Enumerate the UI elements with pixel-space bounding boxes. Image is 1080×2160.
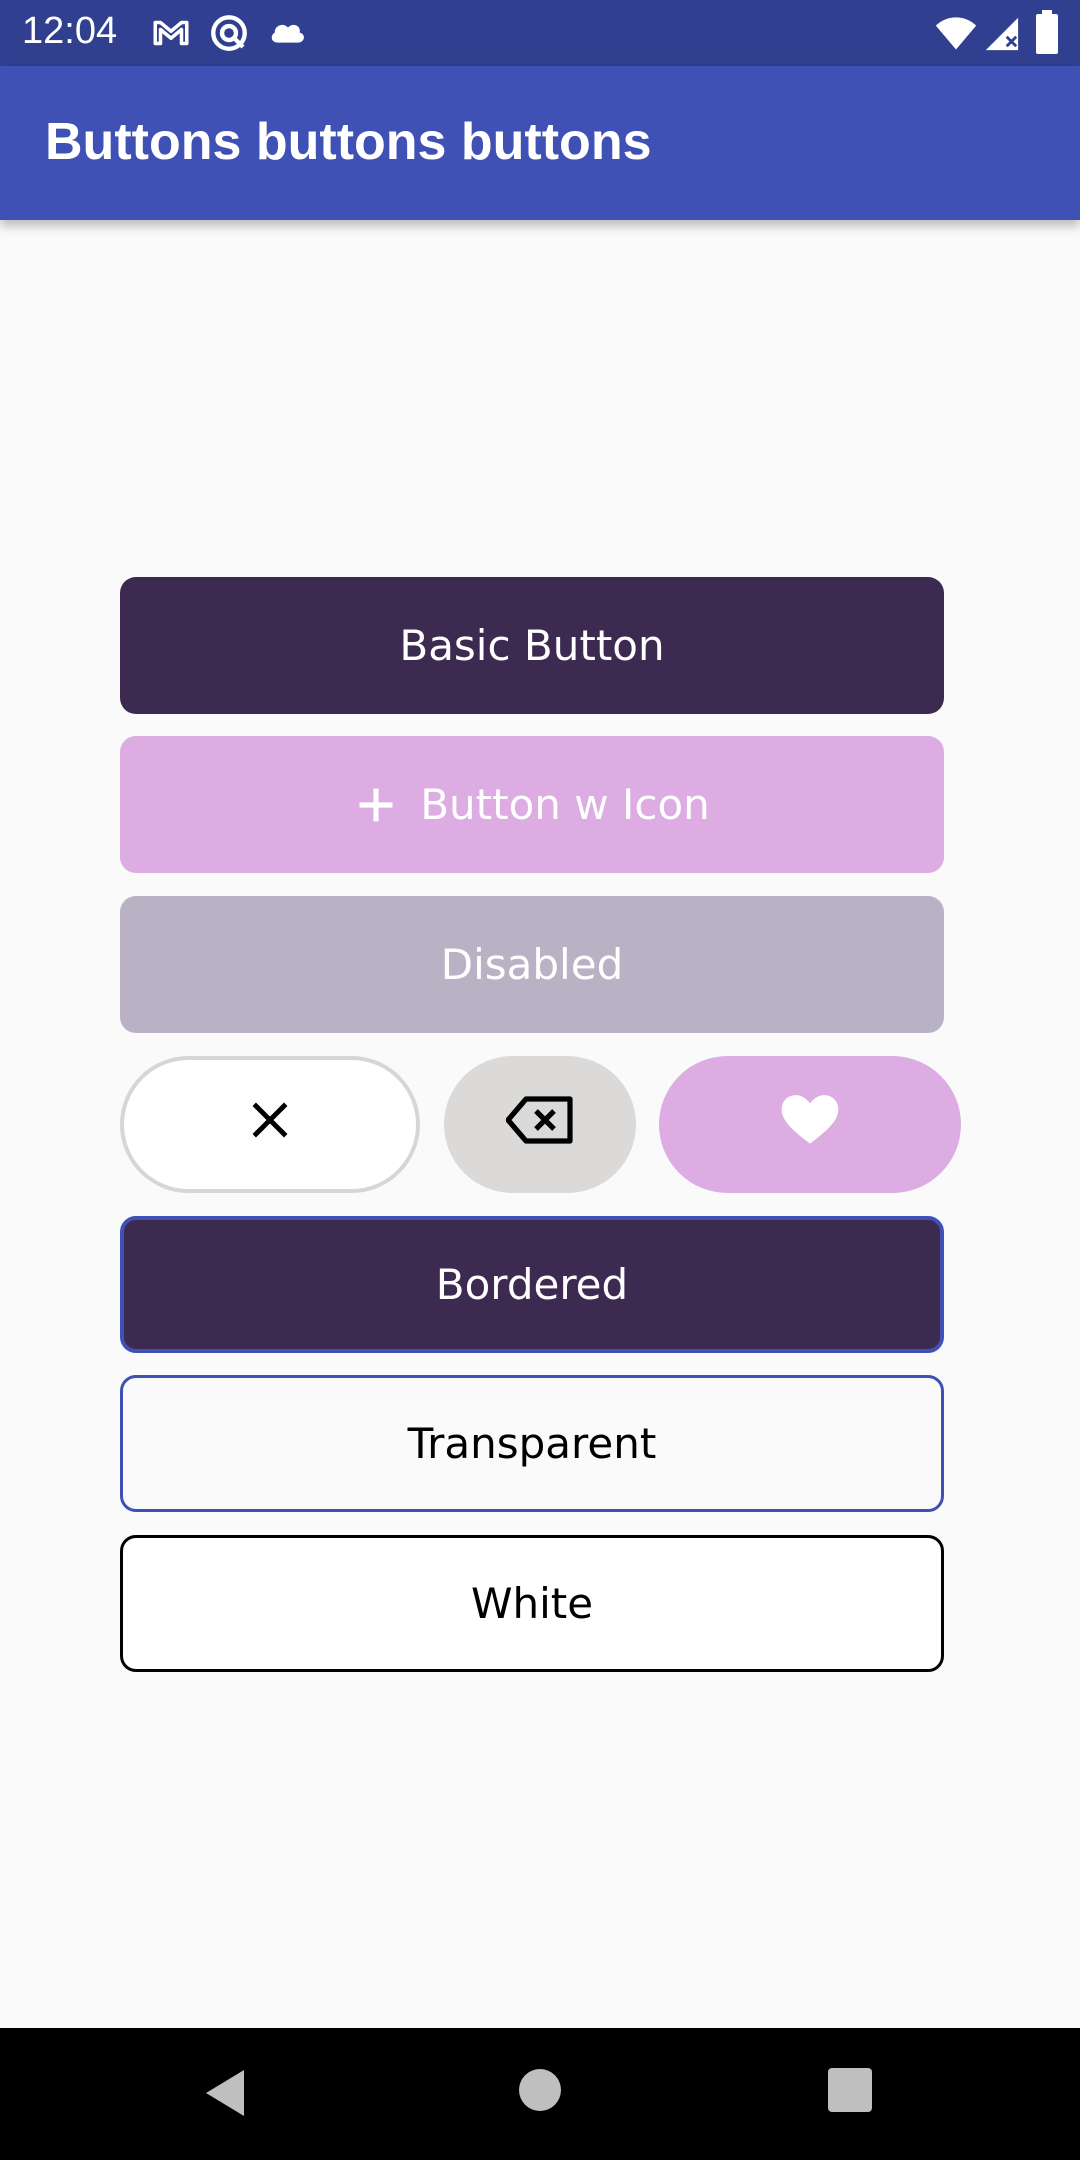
close-icon [249, 1099, 291, 1151]
home-icon[interactable] [518, 2068, 562, 2116]
backspace-button[interactable] [444, 1056, 636, 1193]
sync-icon [208, 12, 250, 58]
transparent-button[interactable]: Transparent [120, 1375, 944, 1512]
favorite-button[interactable] [659, 1056, 961, 1193]
transparent-button-label: Transparent [407, 1419, 657, 1468]
basic-button-label: Basic Button [399, 621, 665, 670]
wifi-icon [934, 14, 978, 56]
status-time: 12:04 [22, 10, 118, 52]
white-button[interactable]: White [120, 1535, 944, 1672]
app-bar: Buttons buttons buttons [0, 66, 1080, 220]
gmail-icon [150, 12, 192, 58]
disabled-button: Disabled [120, 896, 944, 1033]
plus-icon [354, 783, 398, 827]
back-icon[interactable] [204, 2068, 246, 2122]
icon-button-label: Button w Icon [420, 780, 710, 829]
icon-button[interactable]: Button w Icon [120, 736, 944, 873]
disabled-button-label: Disabled [440, 940, 624, 989]
bordered-button[interactable]: Bordered [120, 1216, 944, 1353]
signal-icon [982, 14, 1020, 56]
close-button[interactable] [120, 1056, 420, 1193]
navigation-bar [0, 2028, 1080, 2160]
white-button-label: White [470, 1579, 594, 1628]
status-bar: 12:04 [0, 0, 1080, 66]
main-content: Basic Button Button w Icon Disabled Bord… [0, 220, 1080, 2028]
app-title: Buttons buttons buttons [45, 113, 652, 171]
bordered-button-label: Bordered [435, 1260, 629, 1309]
backspace-icon [505, 1095, 574, 1155]
basic-button[interactable]: Basic Button [120, 577, 944, 714]
cloud-icon [268, 16, 308, 50]
recents-icon[interactable] [828, 2068, 872, 2116]
heart-icon [781, 1094, 839, 1156]
battery-icon [1036, 10, 1058, 58]
